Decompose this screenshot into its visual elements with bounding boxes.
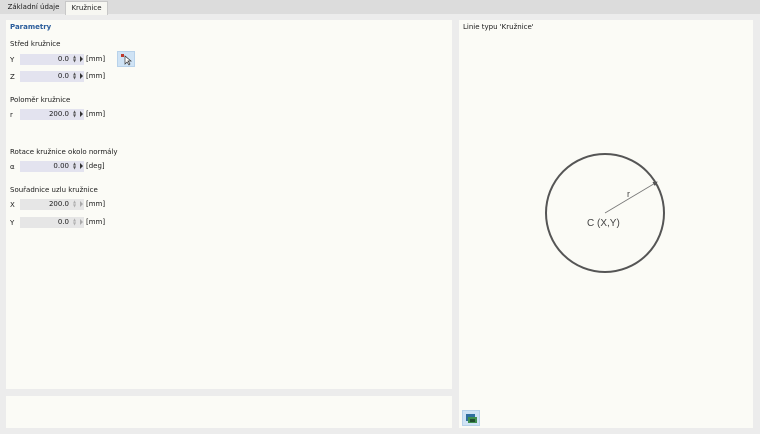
unit-node-x: [mm]: [86, 200, 106, 208]
label-node-y: Y: [10, 219, 15, 227]
center-y-value: 0.0: [57, 55, 69, 63]
dropdown-arrow-icon: [80, 201, 83, 207]
preview-panel: Linie typu 'Kružnice' r C (X,Y): [459, 20, 753, 428]
show-image-icon: [466, 414, 477, 423]
pick-node-button[interactable]: [117, 51, 135, 67]
dropdown-arrow-icon[interactable]: [80, 111, 83, 117]
circle-diagram: r C (X,Y): [545, 153, 665, 273]
section-title-parameters: Parametry: [10, 23, 52, 31]
label-center-y: Y: [10, 56, 15, 64]
unit-node-y: [mm]: [86, 218, 106, 226]
node-y-input: 0.0 ▲ ▼: [20, 217, 84, 228]
dropdown-arrow-icon: [80, 219, 83, 225]
pick-node-cursor-icon: [121, 54, 132, 66]
rotation-alpha-input[interactable]: 0.00 ▲ ▼: [20, 161, 84, 172]
center-y-input[interactable]: 0.0 ▲ ▼: [20, 54, 84, 65]
dropdown-arrow-icon[interactable]: [80, 163, 83, 169]
unit-alpha: [deg]: [86, 162, 105, 170]
node-y-value: 0.0: [57, 218, 69, 226]
dropdown-arrow-icon[interactable]: [80, 56, 83, 62]
unit-radius: [mm]: [86, 110, 106, 118]
group-title-node: Souřadnice uzlu kružnice: [10, 186, 98, 194]
label-center-z: Z: [10, 73, 15, 81]
spinner-icon[interactable]: ▲ ▼: [72, 162, 77, 171]
dropdown-arrow-icon[interactable]: [80, 73, 83, 79]
comment-panel: [6, 396, 452, 428]
spinner-icon: ▲ ▼: [72, 217, 77, 226]
parameters-panel: Parametry Střed kružnice Y 0.0 ▲ ▼ [mm] Z…: [6, 20, 452, 389]
tab-basic-data[interactable]: Základní údaje: [3, 1, 64, 14]
center-z-value: 0.0: [57, 72, 69, 80]
center-z-input[interactable]: 0.0 ▲ ▼: [20, 71, 84, 82]
radius-input[interactable]: 200.0 ▲ ▼: [20, 109, 84, 120]
radius-line: [604, 181, 658, 214]
node-x-input: 200.0 ▲ ▼: [20, 199, 84, 210]
rotation-alpha-value: 0.00: [53, 162, 69, 170]
label-radius: r: [10, 111, 13, 119]
show-image-button[interactable]: [462, 410, 480, 426]
group-title-rotation: Rotace kružnice okolo normály: [10, 148, 118, 156]
unit-center-y: [mm]: [86, 55, 106, 63]
spinner-icon[interactable]: ▲ ▼: [72, 55, 77, 64]
center-label: C (X,Y): [587, 218, 620, 229]
tab-bar: Základní údaje Kružnice: [0, 0, 760, 15]
spinner-icon: ▲ ▼: [72, 199, 77, 208]
tab-circle[interactable]: Kružnice: [65, 1, 108, 15]
group-title-center: Střed kružnice: [10, 40, 61, 48]
unit-center-z: [mm]: [86, 72, 106, 80]
spinner-icon[interactable]: ▲ ▼: [72, 110, 77, 119]
radius-label: r: [627, 189, 630, 199]
group-title-radius: Poloměr kružnice: [10, 96, 71, 104]
label-alpha: α: [10, 163, 15, 171]
node-x-value: 200.0: [48, 200, 69, 208]
spinner-icon[interactable]: ▲ ▼: [72, 72, 77, 81]
label-node-x: X: [10, 201, 15, 209]
radius-value: 200.0: [48, 110, 69, 118]
